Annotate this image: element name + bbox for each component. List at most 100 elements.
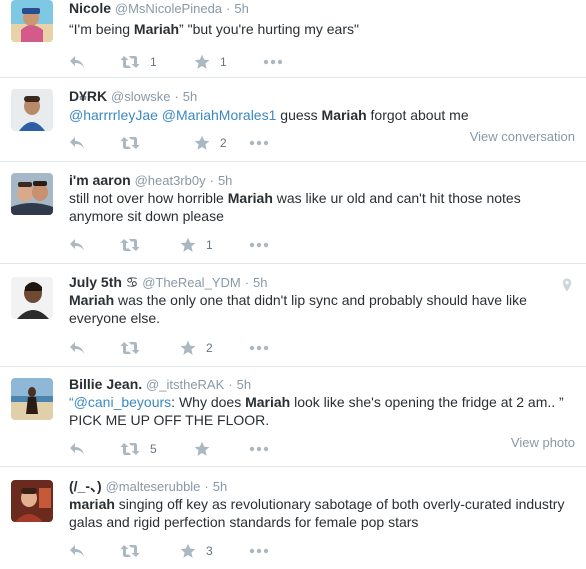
avatar[interactable] [11,173,53,215]
more-button[interactable] [249,133,269,153]
display-name[interactable]: (/_-、) [69,478,102,494]
timestamp[interactable]: 5h [183,89,197,104]
avatar[interactable] [11,0,53,42]
mention-link[interactable]: @MariahMorales1 [162,107,277,123]
view-photo-link[interactable]: View photo [511,435,575,450]
favorite-count: 3 [206,544,213,558]
tweet-header: July 5th ♋ @TheReal_YDM · 5h [69,273,268,292]
display-name[interactable]: Nicole [69,0,111,16]
reply-button[interactable] [69,133,85,153]
retweet-count: 1 [150,55,157,69]
display-name[interactable]: D¥RK [69,88,107,104]
tweet-text: still not over how horrible Mariah was l… [69,190,521,224]
reply-button[interactable] [69,541,85,561]
avatar[interactable] [11,378,53,420]
reply-icon [69,544,85,558]
tweet-text: “I'm being Mariah” "but you're hurting m… [69,21,359,37]
display-name[interactable]: July 5th ♋ [69,274,138,290]
retweet-icon [120,238,140,252]
timestamp[interactable]: 5h [234,1,248,16]
reply-icon [69,55,85,69]
reply-button[interactable] [69,52,85,72]
reply-button[interactable] [69,235,85,255]
retweet-button[interactable]: 1 [120,52,157,72]
retweet-count: 5 [150,442,157,456]
keyword: Mariah [321,107,367,123]
more-icon [263,59,283,65]
display-name[interactable]: i'm aaron [69,172,131,188]
retweet-button[interactable] [120,541,150,561]
tweet[interactable]: (/_-、) @malteserubble · 5h mariah singing … [0,467,586,569]
retweet-button[interactable] [120,338,150,358]
more-button[interactable] [249,439,269,459]
reply-icon [69,136,85,150]
more-icon [249,140,269,146]
star-icon [194,135,210,151]
reply-icon [69,238,85,252]
more-button[interactable] [249,541,269,561]
tweet[interactable]: Nicole @MsNicolePineda · 5h “I'm being Mar… [0,0,586,78]
display-name[interactable]: Billie Jean. [69,376,142,392]
separator-dot: · [228,377,233,392]
separator-dot: · [244,275,250,290]
timestamp[interactable]: 5h [253,275,267,290]
retweet-button[interactable] [120,235,150,255]
keyword: mariah [69,496,115,512]
username[interactable]: @_itstheRAK [146,377,224,392]
keyword: Mariah [227,190,273,206]
tweet-text: “@cani_beyours: Why does Mariah look lik… [69,394,564,428]
tweet-header: Nicole @MsNicolePineda · 5h [69,0,249,18]
timestamp[interactable]: 5h [237,377,251,392]
favorite-button[interactable]: 3 [180,541,213,561]
retweet-button[interactable] [120,133,150,153]
avatar[interactable] [11,89,53,131]
favorite-button[interactable] [194,439,220,459]
favorite-count: 2 [220,136,227,150]
retweet-icon [120,544,140,558]
favorite-button[interactable]: 2 [194,133,227,153]
mention-link[interactable]: @harrrrleyJae [69,107,158,123]
username[interactable]: @MsNicolePineda [115,1,222,16]
more-button[interactable] [263,52,283,72]
retweet-icon [120,341,140,355]
tweet[interactable]: D¥RK @slowske · 5h @harrrrleyJae @MariahMo… [0,78,586,162]
keyword: Mariah [69,292,115,308]
avatar[interactable] [11,277,53,319]
reply-icon [69,442,85,456]
keyword: Mariah [245,394,291,410]
favorite-button[interactable]: 1 [194,52,227,72]
favorite-button[interactable]: 1 [180,235,213,255]
username[interactable]: @TheReal_YDM [142,275,240,290]
tweet-feed: Nicole @MsNicolePineda · 5h “I'm being Mar… [0,0,586,569]
more-button[interactable] [249,235,269,255]
tweet[interactable]: July 5th ♋ @TheReal_YDM · 5h Mariah was th… [0,264,586,367]
more-button[interactable] [249,338,269,358]
star-icon [180,237,196,253]
tweet-text: @harrrrleyJae @MariahMorales1 guess Mari… [69,107,469,123]
timestamp[interactable]: 5h [218,173,232,188]
favorite-count: 1 [206,238,213,252]
timestamp[interactable]: 5h [213,479,227,494]
tweet-header: (/_-、) @malteserubble · 5h [69,477,227,496]
reply-button[interactable] [69,439,85,459]
separator-dot: · [174,89,179,104]
avatar[interactable] [11,480,53,522]
retweet-icon [120,136,140,150]
username[interactable]: @heat3rb0y [135,173,206,188]
star-icon [180,543,196,559]
reply-button[interactable] [69,338,85,358]
view-conversation-link[interactable]: View conversation [470,129,575,144]
favorite-button[interactable]: 2 [180,338,213,358]
separator-dot: · [226,1,231,16]
tweet[interactable]: Billie Jean. @_itstheRAK · 5h “@cani_beyou… [0,367,586,467]
mention-link[interactable]: @cani_beyours [74,394,172,410]
keyword: Mariah [133,21,180,37]
username[interactable]: @malteserubble [106,479,201,494]
favorite-count: 1 [220,55,227,69]
more-icon [249,345,269,351]
retweet-button[interactable]: 5 [120,439,157,459]
tweet-text: Mariah was the only one that didn't lip … [69,292,527,326]
more-icon [249,548,269,554]
username[interactable]: @slowske [111,89,170,104]
tweet[interactable]: i'm aaron @heat3rb0y · 5h still not over h… [0,162,586,264]
